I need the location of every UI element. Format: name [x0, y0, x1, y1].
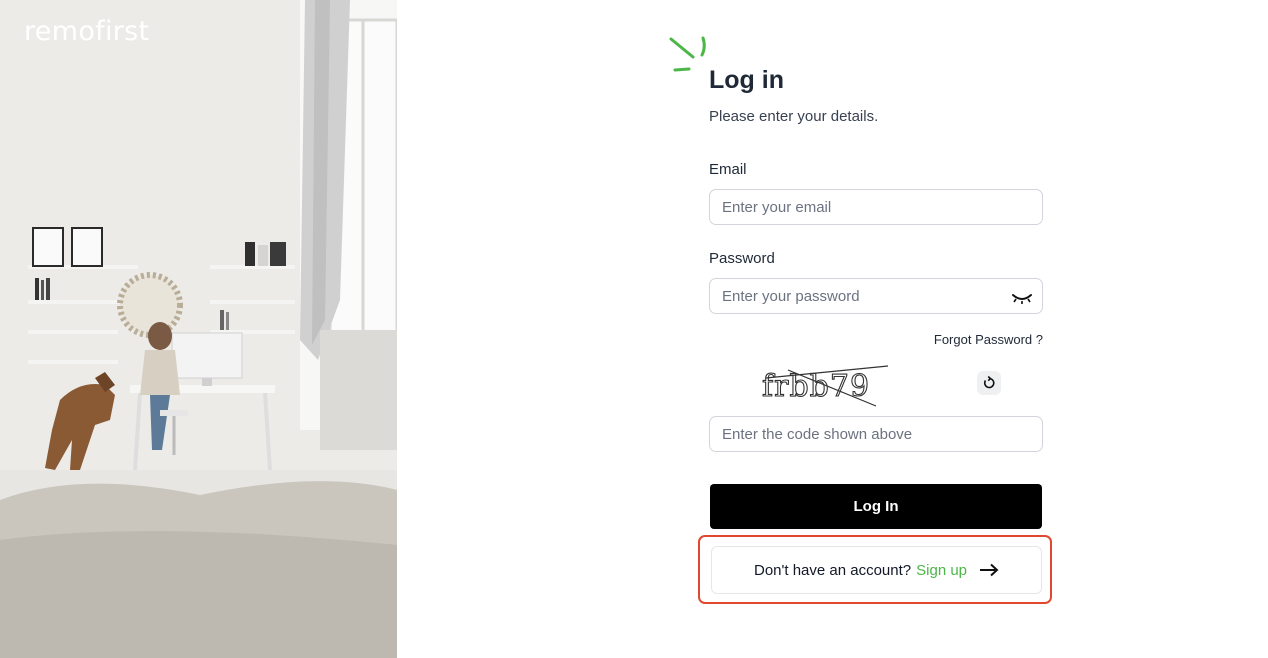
email-label: Email: [709, 161, 747, 178]
captcha-text: frbb79: [762, 369, 870, 404]
room-illustration: [0, 0, 397, 658]
captcha-code-field[interactable]: [709, 416, 1043, 452]
captcha-image: frbb79: [761, 365, 889, 407]
refresh-icon: [984, 376, 995, 389]
password-label: Password: [709, 250, 775, 267]
page-title: Log in: [709, 66, 784, 94]
login-button[interactable]: Log In: [710, 484, 1042, 529]
accent-sparkle-icon: [669, 36, 706, 72]
arrow-right-icon[interactable]: [979, 563, 999, 577]
password-field[interactable]: [709, 278, 1043, 314]
captcha-refresh-button[interactable]: [977, 371, 1001, 395]
signup-link[interactable]: Sign up: [916, 562, 967, 579]
email-field[interactable]: [709, 189, 1043, 225]
signup-prompt: Don't have an account? Sign up: [711, 546, 1042, 594]
signup-prompt-text: Don't have an account?: [753, 561, 912, 579]
brand-logo: remofirst: [24, 16, 150, 47]
forgot-password-link[interactable]: Forgot Password ?: [934, 332, 1043, 347]
hero-photo: remofirst: [0, 0, 397, 658]
eye-closed-icon[interactable]: [1010, 290, 1034, 306]
page-subtitle: Please enter your details.: [709, 108, 879, 125]
